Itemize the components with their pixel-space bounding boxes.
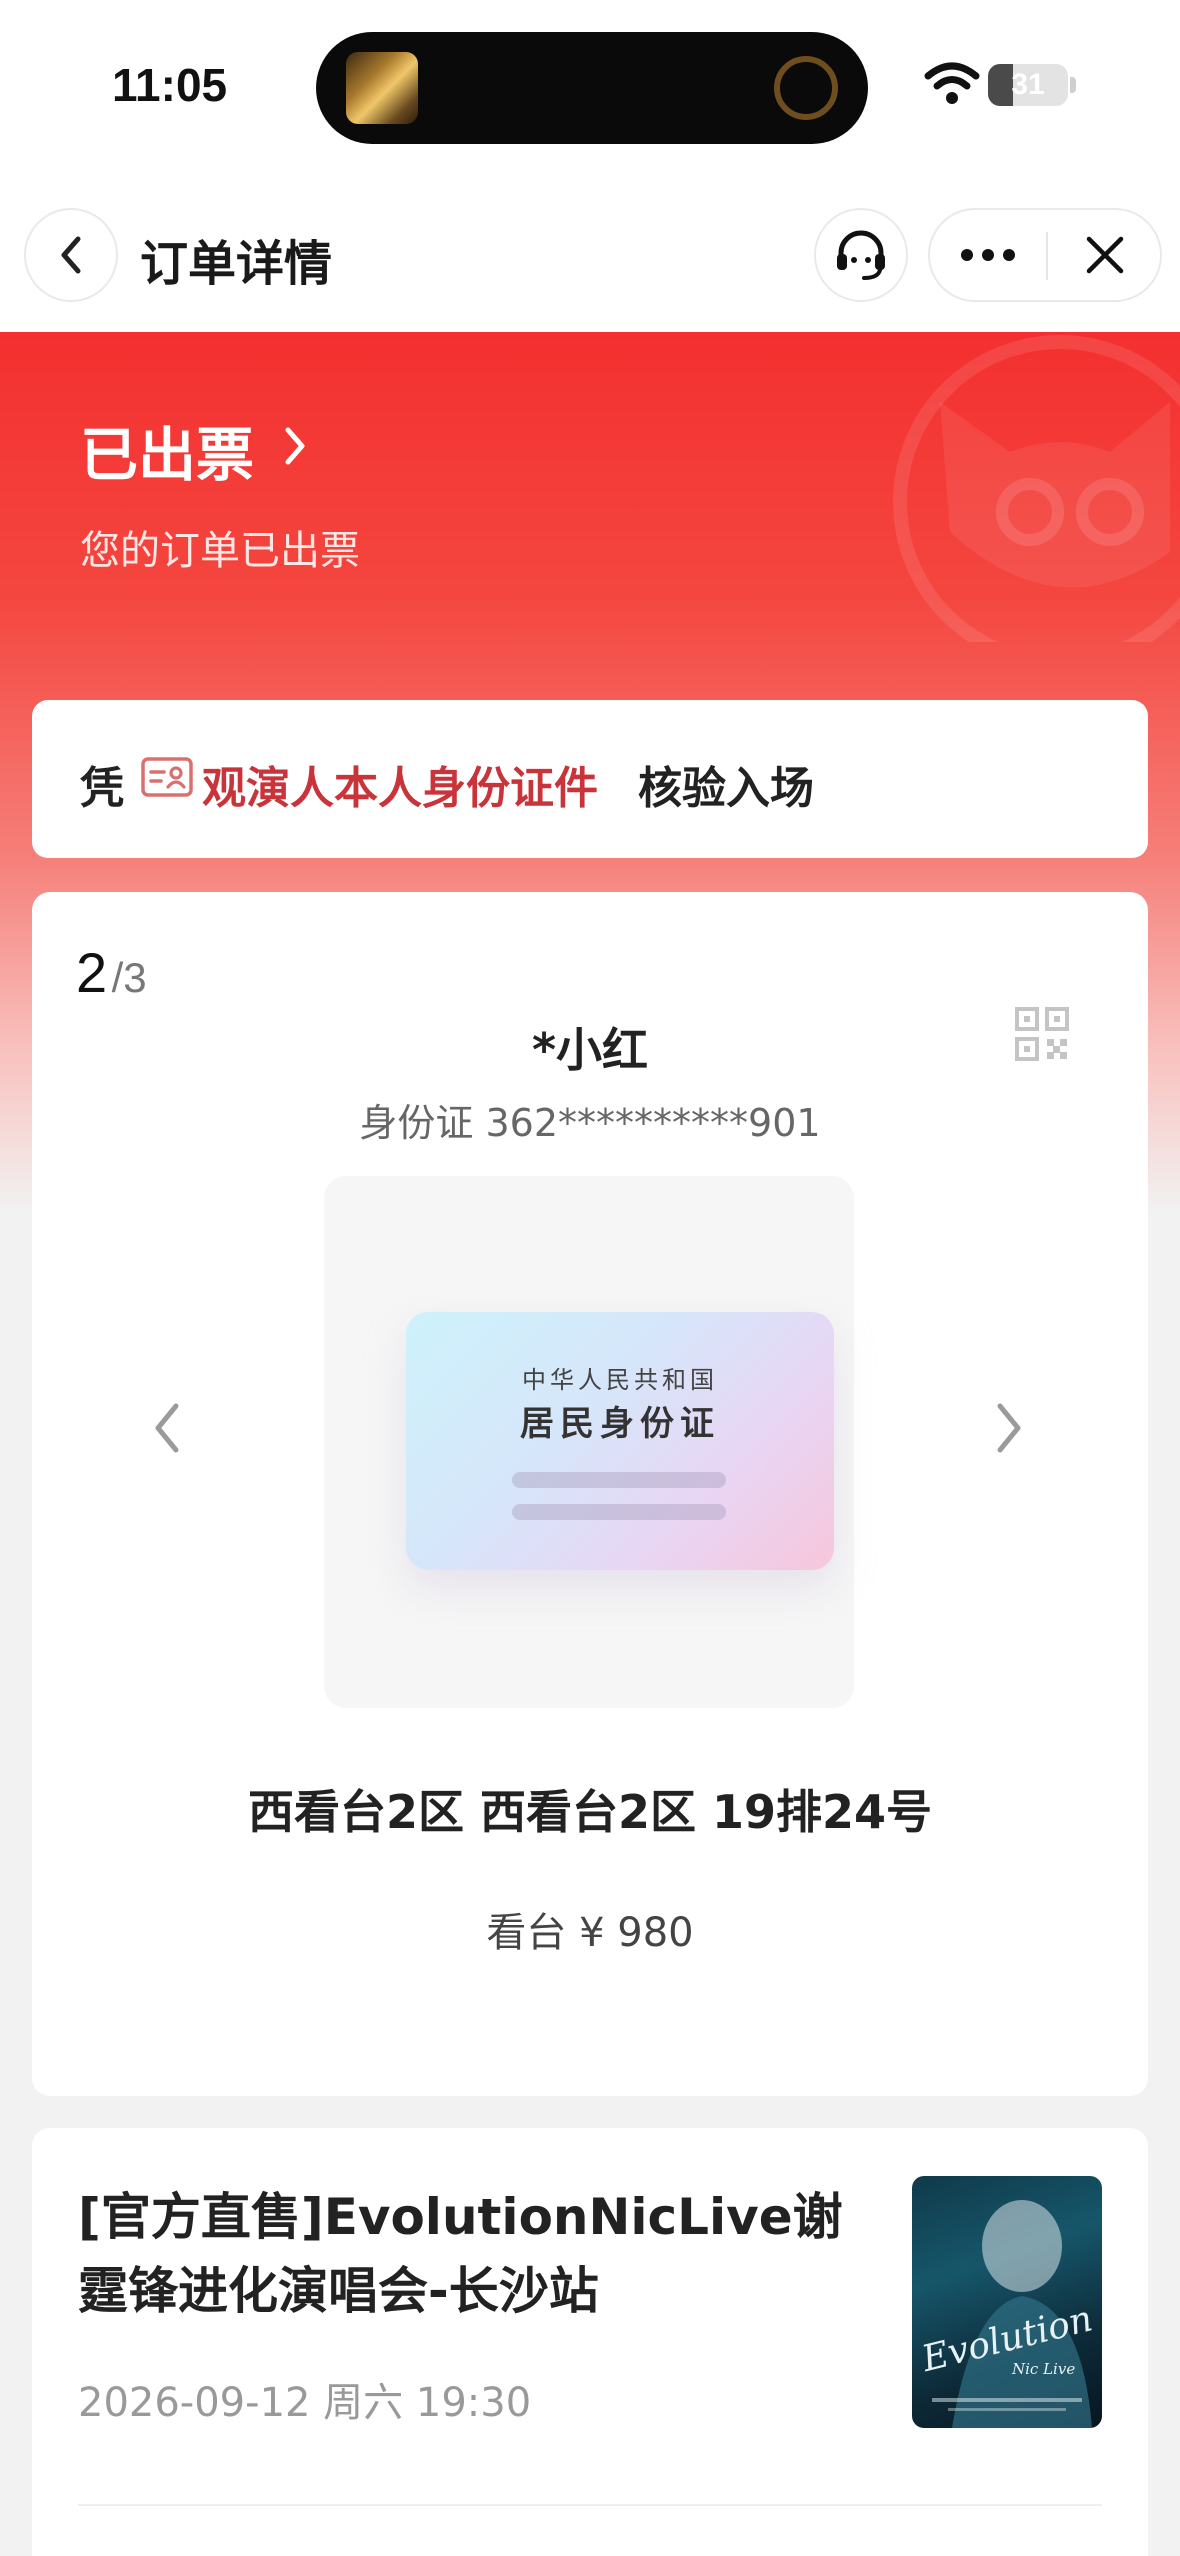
notice-prefix: 凭 [80, 763, 124, 814]
now-playing-artwork [346, 52, 418, 124]
back-button[interactable] [24, 208, 118, 302]
close-icon [1086, 236, 1124, 274]
pager-total: /3 [111, 954, 147, 1001]
battery-icon: 31 [988, 64, 1068, 106]
id-card-icon [141, 757, 193, 797]
show-time: 2026-09-12 周六 19:30 [78, 2380, 532, 2426]
show-poster: Evolution Nic Live [912, 2176, 1102, 2428]
activity-ring-icon [774, 56, 838, 120]
ticket-holder-name: *小红 [531, 1023, 649, 1077]
id-card-title: 居民身份证 [520, 1404, 720, 1444]
battery-cap [1070, 77, 1076, 93]
cat-watermark-icon [893, 335, 1180, 642]
id-card-line [512, 1504, 726, 1520]
poster-artwork: Evolution Nic Live [917, 2200, 1097, 2428]
page-title: 订单详情 [140, 236, 333, 292]
battery-percent: 31 [1011, 68, 1045, 101]
status-time: 11:05 [112, 59, 228, 111]
status-bar: 11:05 31 [0, 0, 1180, 170]
poster-subtitle: Nic Live [1011, 2360, 1075, 2378]
headset-icon [837, 230, 885, 280]
ticket-card: 2 /3 *小红 身份证 362**********901 中华人民共和国 居民… [32, 892, 1148, 2096]
next-ticket-icon[interactable] [992, 1400, 1026, 1456]
ticket-price: 看台 ¥ 980 [486, 1910, 694, 1956]
more-dots-icon [961, 249, 1015, 261]
wifi-icon [924, 62, 980, 104]
id-card-line [512, 1472, 726, 1488]
previous-ticket-icon[interactable] [150, 1400, 184, 1456]
customer-service-button[interactable] [814, 208, 908, 302]
notice-highlight: 观演人本人身份证件 [202, 763, 598, 814]
ticket-holder-id: 身份证 362**********901 [359, 1101, 821, 1145]
id-card-illustration: 中华人民共和国 居民身份证 [406, 1312, 834, 1570]
show-title: [官方直售]EvolutionNicLive谢霆锋进化演唱会-长沙站 [78, 2188, 843, 2320]
notice-suffix: 核验入场 [638, 763, 814, 814]
close-button[interactable] [1048, 210, 1162, 300]
nav-bar: 订单详情 [0, 170, 1180, 332]
entry-notice-card: 凭 观演人本人身份证件 核验入场 [32, 700, 1148, 858]
pager-current: 2 [76, 941, 108, 1004]
dynamic-island[interactable] [316, 32, 868, 144]
chevron-right-icon[interactable] [282, 424, 310, 468]
id-card-country: 中华人民共和国 [522, 1366, 718, 1394]
show-card[interactable]: [官方直售]EvolutionNicLive谢霆锋进化演唱会-长沙站 2026-… [32, 2128, 1148, 2556]
mini-program-capsule [928, 208, 1162, 302]
status-subtitle: 您的订单已出票 [80, 528, 360, 574]
show-divider [78, 2504, 1102, 2506]
chevron-left-icon [61, 236, 81, 274]
ticket-pager: 2 /3 [76, 940, 147, 1005]
more-button[interactable] [930, 210, 1046, 300]
ticket-status[interactable]: 已出票 [80, 408, 254, 492]
seat-info: 西看台2区 西看台2区 19排24号 [247, 1785, 933, 1839]
